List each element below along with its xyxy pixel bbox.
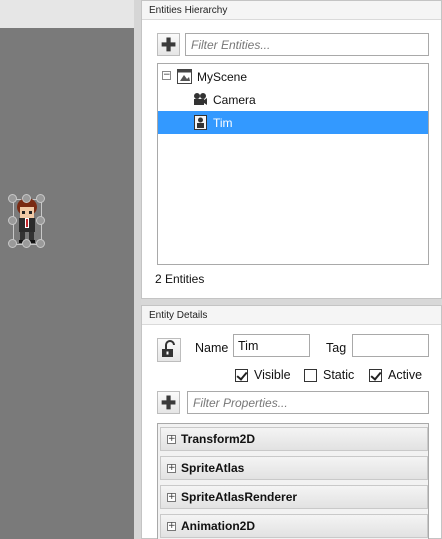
add-component-button[interactable]: ✚ <box>157 391 180 414</box>
filter-properties-input[interactable] <box>187 391 429 414</box>
checkbox-box[interactable] <box>304 368 317 382</box>
entities-hierarchy-panel: Entities Hierarchy ✚ − MyScene <box>141 0 442 299</box>
panel-title: Entities Hierarchy <box>142 1 441 20</box>
tag-field[interactable] <box>352 334 429 357</box>
component-animation2d[interactable]: + Animation2D <box>160 514 428 538</box>
expand-icon[interactable]: + <box>167 522 176 531</box>
visible-checkbox[interactable]: Visible <box>235 368 291 382</box>
component-spriteatlas[interactable]: + SpriteAtlas <box>160 456 428 480</box>
handle-left[interactable] <box>8 216 17 225</box>
unlock-icon <box>162 340 175 357</box>
handle-top-left[interactable] <box>8 194 17 203</box>
entity-details-panel: Entity Details Name Tag Visible Static A… <box>141 305 442 539</box>
component-name: Transform2D <box>181 432 256 446</box>
lock-button[interactable] <box>157 338 181 362</box>
tree-item-myscene[interactable]: − MyScene <box>158 65 428 88</box>
panel-splitter[interactable] <box>134 0 141 539</box>
checkbox-label: Static <box>323 368 355 382</box>
tree-item-tim[interactable]: Tim <box>158 111 428 134</box>
filter-entities-input[interactable] <box>185 33 429 56</box>
expand-icon[interactable]: + <box>167 435 176 444</box>
expand-icon[interactable]: + <box>167 464 176 473</box>
component-list[interactable]: + Transform2D + SpriteAtlas + SpriteAtla… <box>157 423 429 539</box>
editor-window: Entities Hierarchy ✚ − MyScene <box>0 0 442 539</box>
tree-item-label: MyScene <box>197 69 248 84</box>
checkbox-label: Visible <box>254 368 291 382</box>
scene-icon <box>177 69 192 84</box>
add-entity-button[interactable]: ✚ <box>157 33 180 56</box>
active-checkbox[interactable]: Active <box>369 368 422 382</box>
tree-item-label: Tim <box>213 115 233 130</box>
static-checkbox[interactable]: Static <box>304 368 354 382</box>
expand-icon[interactable]: + <box>167 493 176 502</box>
component-transform2d[interactable]: + Transform2D <box>160 427 428 451</box>
collapse-icon[interactable]: − <box>162 71 171 80</box>
name-field[interactable] <box>233 334 310 357</box>
plus-icon: ✚ <box>160 34 177 55</box>
component-name: SpriteAtlas <box>181 461 245 475</box>
name-label: Name <box>195 341 229 355</box>
handle-bottom-right[interactable] <box>36 239 45 248</box>
tree-item-label: Camera <box>213 92 256 107</box>
handle-bottom-left[interactable] <box>8 239 17 248</box>
entity-tree[interactable]: − MyScene Camera Tim <box>157 63 429 265</box>
handle-bottom[interactable] <box>22 239 31 248</box>
tag-label: Tag <box>326 341 347 355</box>
checkbox-label: Active <box>388 368 423 382</box>
handle-right[interactable] <box>36 216 45 225</box>
checkbox-box[interactable] <box>235 368 248 382</box>
entity-icon <box>194 115 207 130</box>
tree-item-camera[interactable]: Camera <box>158 88 428 111</box>
plus-icon: ✚ <box>160 392 177 413</box>
handle-top-right[interactable] <box>36 194 45 203</box>
entity-count: 2 Entities <box>155 272 205 286</box>
handle-top[interactable] <box>22 194 31 203</box>
panel-title: Entity Details <box>142 306 441 325</box>
component-name: SpriteAtlasRenderer <box>181 490 298 504</box>
component-name: Animation2D <box>181 519 256 533</box>
viewport-toolbar-area <box>0 0 134 28</box>
camera-icon <box>194 93 207 105</box>
scene-viewport[interactable] <box>0 28 134 539</box>
component-spriteatlasrenderer[interactable]: + SpriteAtlasRenderer <box>160 485 428 509</box>
checkbox-box[interactable] <box>369 368 382 382</box>
